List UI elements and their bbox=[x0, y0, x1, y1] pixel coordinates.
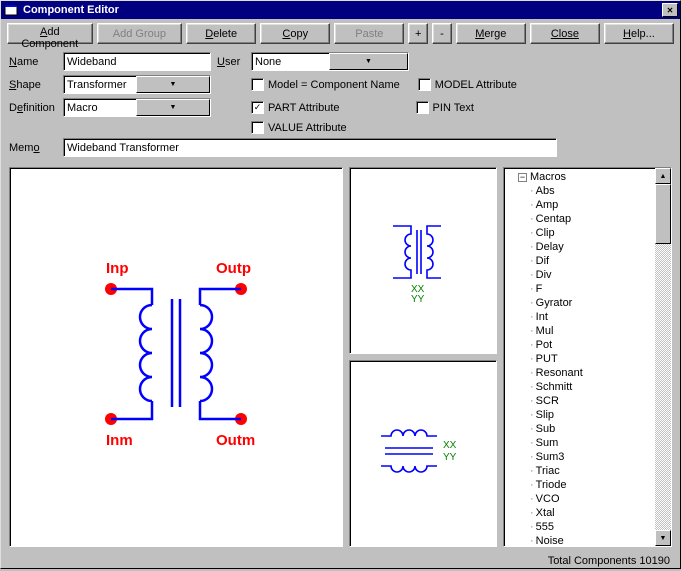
tree-item[interactable]: ·F bbox=[504, 282, 655, 296]
scroll-up-icon[interactable]: ▲ bbox=[655, 168, 671, 184]
tree-item[interactable]: ·Dif bbox=[504, 254, 655, 268]
shape-select[interactable]: Transformer ▼ bbox=[63, 75, 211, 94]
tree-item[interactable]: −Macros bbox=[504, 170, 655, 184]
help-button[interactable]: Help... bbox=[604, 23, 674, 44]
tree-item[interactable]: ·Sum3 bbox=[504, 450, 655, 464]
pin-outm-label: Outm bbox=[216, 432, 255, 449]
tree-panel[interactable]: −Macros·Abs·Amp·Centap·Clip·Delay·Dif·Di… bbox=[503, 167, 672, 547]
status-text: Total Components 10190 bbox=[1, 551, 680, 571]
svg-text:XX: XX bbox=[443, 440, 457, 451]
toolbar: Add Component Add Group Delete Copy Past… bbox=[1, 19, 680, 48]
tree-item[interactable]: ·VCO bbox=[504, 492, 655, 506]
plus-button[interactable]: + bbox=[408, 23, 428, 44]
chevron-down-icon: ▼ bbox=[136, 76, 210, 93]
tree-item[interactable]: ·Triac bbox=[504, 464, 655, 478]
close-icon[interactable]: ✕ bbox=[662, 3, 678, 17]
chevron-down-icon: ▼ bbox=[136, 99, 210, 116]
merge-button[interactable]: Merge bbox=[456, 23, 526, 44]
definition-label: Definition bbox=[9, 102, 57, 114]
user-select[interactable]: None ▼ bbox=[251, 52, 409, 71]
tree-item[interactable]: ·Schmitt bbox=[504, 380, 655, 394]
add-group-button[interactable]: Add Group bbox=[97, 23, 183, 44]
window-title: Component Editor bbox=[23, 4, 662, 16]
shape-label: Shape bbox=[9, 79, 57, 91]
pin-outp-label: Outp bbox=[216, 260, 251, 277]
chevron-down-icon: ▼ bbox=[329, 53, 408, 70]
tree-item[interactable]: ·Delay bbox=[504, 240, 655, 254]
name-input[interactable] bbox=[63, 52, 211, 71]
small-preview-top: XX YY bbox=[349, 167, 497, 354]
tree-item[interactable]: ·Amp bbox=[504, 198, 655, 212]
value-attr-checkbox[interactable]: VALUE Attribute bbox=[251, 121, 347, 134]
definition-select[interactable]: Macro ▼ bbox=[63, 98, 211, 117]
tree-item[interactable]: ·555 bbox=[504, 520, 655, 534]
paste-button[interactable]: Paste bbox=[334, 23, 404, 44]
small-preview-bottom: XX YY bbox=[349, 360, 497, 547]
svg-text:YY: YY bbox=[411, 294, 425, 305]
tree-scrollbar[interactable]: ▲ ▼ bbox=[655, 168, 671, 546]
scroll-down-icon[interactable]: ▼ bbox=[655, 530, 671, 546]
model-eq-name-checkbox[interactable]: Model = Component Name bbox=[251, 78, 400, 91]
user-label: User bbox=[217, 56, 245, 68]
tree-item[interactable]: ·Int bbox=[504, 310, 655, 324]
tree-item[interactable]: ·Mul bbox=[504, 324, 655, 338]
svg-text:YY: YY bbox=[443, 452, 457, 463]
tree-item[interactable]: ·Clip bbox=[504, 226, 655, 240]
close-button[interactable]: Close bbox=[530, 23, 600, 44]
tree-item[interactable]: ·Noise bbox=[504, 534, 655, 546]
titlebar: Component Editor ✕ bbox=[1, 1, 680, 19]
tree-item[interactable]: ·Gyrator bbox=[504, 296, 655, 310]
part-attr-checkbox[interactable]: ✓PART Attribute bbox=[251, 101, 340, 114]
minus-button[interactable]: - bbox=[432, 23, 452, 44]
scroll-thumb[interactable] bbox=[655, 184, 671, 244]
tree-item[interactable]: ·Sub bbox=[504, 422, 655, 436]
tree-item[interactable]: ·Xtal bbox=[504, 506, 655, 520]
tree-item[interactable]: ·Resonant bbox=[504, 366, 655, 380]
pin-inm-label: Inm bbox=[106, 432, 133, 449]
form-area: Name User None ▼ Shape Transformer ▼ Mod… bbox=[1, 48, 680, 163]
tree-item[interactable]: ·Sum bbox=[504, 436, 655, 450]
app-icon bbox=[3, 3, 19, 17]
name-label: Name bbox=[9, 56, 57, 68]
tree-item[interactable]: ·PUT bbox=[504, 352, 655, 366]
tree-item[interactable]: ·Centap bbox=[504, 212, 655, 226]
delete-button[interactable]: Delete bbox=[186, 23, 256, 44]
pin-inp-label: Inp bbox=[106, 260, 129, 277]
memo-input[interactable] bbox=[63, 138, 557, 157]
add-component-button[interactable]: Add Component bbox=[7, 23, 93, 44]
copy-button[interactable]: Copy bbox=[260, 23, 330, 44]
tree-item[interactable]: ·SCR bbox=[504, 394, 655, 408]
tree-item[interactable]: ·Div bbox=[504, 268, 655, 282]
tree-item[interactable]: ·Pot bbox=[504, 338, 655, 352]
pin-text-checkbox[interactable]: PIN Text bbox=[416, 101, 474, 114]
memo-label: Memo bbox=[9, 142, 57, 154]
tree-item[interactable]: ·Slip bbox=[504, 408, 655, 422]
model-attr-checkbox[interactable]: MODEL Attribute bbox=[418, 78, 517, 91]
tree-item[interactable]: ·Triode bbox=[504, 478, 655, 492]
tree-item[interactable]: ·Abs bbox=[504, 184, 655, 198]
large-preview: Inp Outp Inm Outm bbox=[9, 167, 343, 547]
